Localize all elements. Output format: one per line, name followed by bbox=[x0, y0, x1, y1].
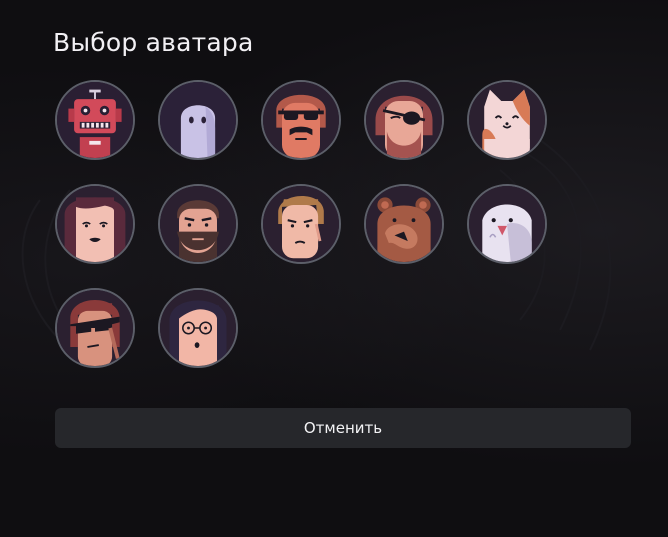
frowning-blond-man-avatar-icon[interactable] bbox=[261, 184, 341, 264]
avatar-picker-dialog: Выбор аватара Отменить bbox=[0, 0, 668, 537]
dark-haired-woman-avatar-icon[interactable] bbox=[55, 184, 135, 264]
bear-avatar-icon[interactable] bbox=[364, 184, 444, 264]
sunglasses-man-avatar-icon[interactable] bbox=[55, 288, 135, 368]
robot-avatar-icon[interactable] bbox=[55, 80, 135, 160]
cancel-button[interactable]: Отменить bbox=[55, 408, 631, 448]
sunglasses-mustache-man-avatar-icon[interactable] bbox=[261, 80, 341, 160]
bird-avatar-icon[interactable] bbox=[467, 184, 547, 264]
dialog-title: Выбор аватара bbox=[53, 28, 254, 57]
ghost-avatar-icon[interactable] bbox=[158, 80, 238, 160]
bearded-man-avatar-icon[interactable] bbox=[158, 184, 238, 264]
avatar-grid bbox=[55, 80, 575, 368]
eyepatch-bearded-man-avatar-icon[interactable] bbox=[364, 80, 444, 160]
woman-with-glasses-avatar-icon[interactable] bbox=[158, 288, 238, 368]
cat-avatar-icon[interactable] bbox=[467, 80, 547, 160]
